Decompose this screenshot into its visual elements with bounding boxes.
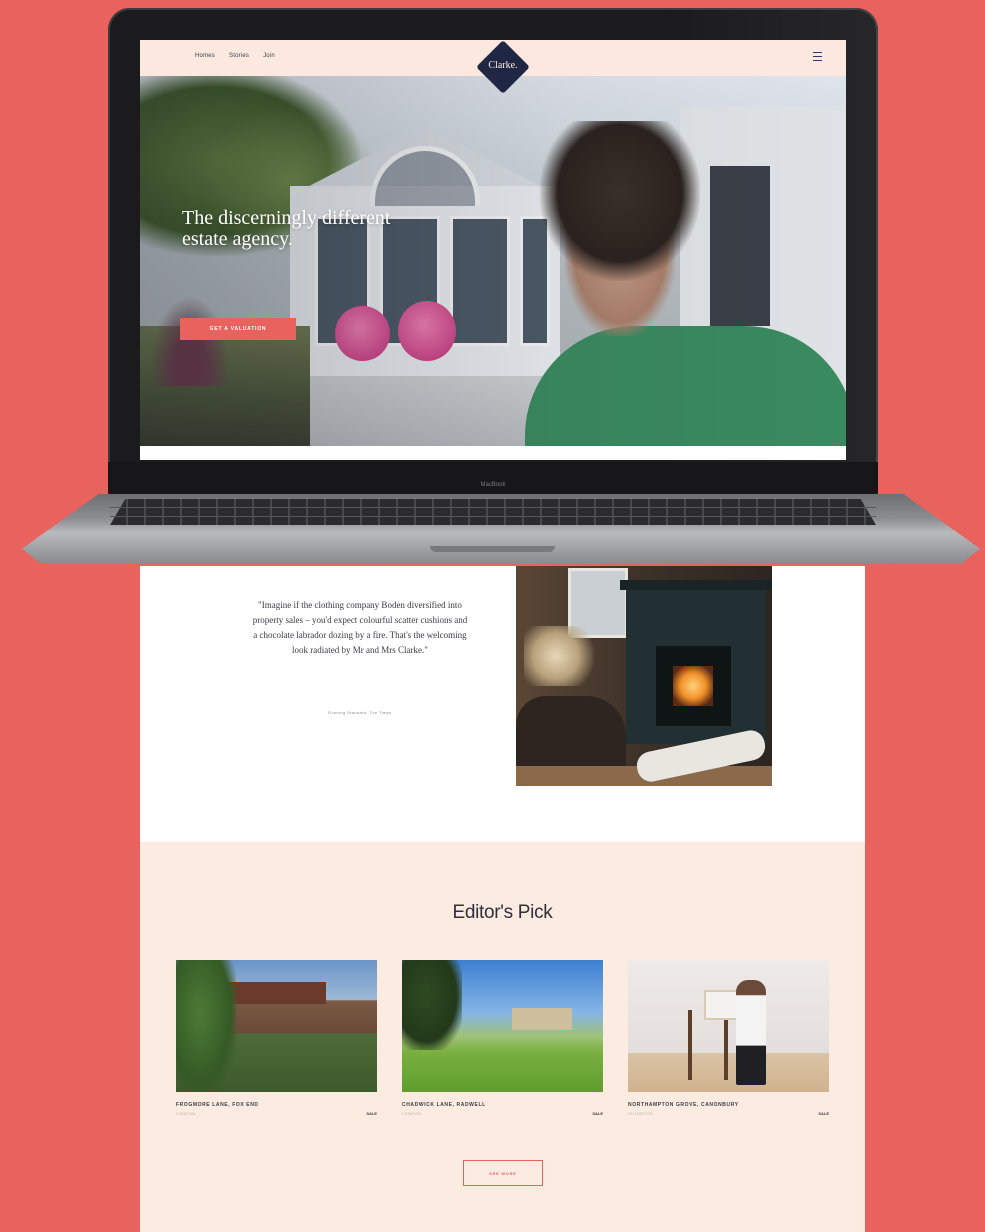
person-figure <box>736 980 766 1085</box>
hero-overlay <box>140 76 846 446</box>
see-more-button[interactable]: SEE MORE <box>463 1160 543 1186</box>
laptop-label: MacBook <box>480 482 506 488</box>
keyboard-rows <box>110 507 876 517</box>
fireplace-photo <box>516 566 772 786</box>
menu-icon[interactable] <box>813 52 822 61</box>
quote-source: Evening Standard, The Times <box>328 710 392 715</box>
property-status: SALE <box>592 1111 603 1116</box>
property-photo[interactable] <box>402 960 603 1092</box>
manor-house <box>512 1008 572 1030</box>
hero-banner: The discerningly different estate agency… <box>140 76 846 446</box>
property-card[interactable]: NORTHAMPTON GROVE, CANONBURY ISLINGTON S… <box>628 960 829 1116</box>
nav-link-join[interactable]: Join <box>263 53 275 59</box>
property-status: SALE <box>818 1111 829 1116</box>
laptop-screen: Homes Stories Join Clarke. The discernin… <box>140 40 846 460</box>
bush <box>176 960 236 1092</box>
hero-headline: The discerningly different estate agency… <box>182 208 482 250</box>
press-quote: "Imagine if the clothing company Boden d… <box>252 600 468 655</box>
fireplace-mantel <box>620 580 772 590</box>
get-valuation-button[interactable]: GET A VALUATION <box>180 318 296 340</box>
property-card[interactable]: CHADWICK LANE, RADWELL LONDON SALE <box>402 960 603 1116</box>
brand-name[interactable]: Clarke. <box>476 60 530 71</box>
tree <box>402 960 462 1050</box>
hero-headline-line-1: The discerningly different <box>182 207 391 229</box>
main-nav: Homes Stories Join <box>195 53 275 59</box>
fire <box>673 666 713 706</box>
hero-headline-line-2: estate agency. <box>182 228 293 250</box>
flowers <box>524 626 604 686</box>
editors-pick-section: Editor's Pick FROGMORE LANE, FOX END LON… <box>140 842 865 1232</box>
laptop-chin <box>108 462 878 496</box>
property-meta: LONDON SALE <box>176 1111 377 1116</box>
editors-pick-title: Editor's Pick <box>452 902 553 923</box>
property-photo[interactable] <box>628 960 829 1092</box>
property-card[interactable]: FROGMORE LANE, FOX END LONDON SALE <box>176 960 377 1116</box>
property-status: SALE <box>366 1111 377 1116</box>
laptop-notch <box>430 546 555 552</box>
screen-bottom-strip <box>140 446 846 460</box>
property-area: LONDON <box>402 1111 422 1116</box>
property-name[interactable]: FROGMORE LANE, FOX END <box>176 1102 377 1108</box>
property-photo[interactable] <box>176 960 377 1092</box>
property-area: LONDON <box>176 1111 196 1116</box>
easel <box>688 1010 728 1080</box>
property-meta: LONDON SALE <box>402 1111 603 1116</box>
nav-link-homes[interactable]: Homes <box>195 53 215 59</box>
property-area: ISLINGTON <box>628 1111 654 1116</box>
page-lower: "Imagine if the clothing company Boden d… <box>140 566 865 1232</box>
property-name[interactable]: NORTHAMPTON GROVE, CANONBURY <box>628 1102 829 1108</box>
property-name[interactable]: CHADWICK LANE, RADWELL <box>402 1102 603 1108</box>
property-meta: ISLINGTON SALE <box>628 1111 829 1116</box>
site-header: Homes Stories Join Clarke. <box>140 40 846 94</box>
nav-link-stories[interactable]: Stories <box>229 53 249 59</box>
